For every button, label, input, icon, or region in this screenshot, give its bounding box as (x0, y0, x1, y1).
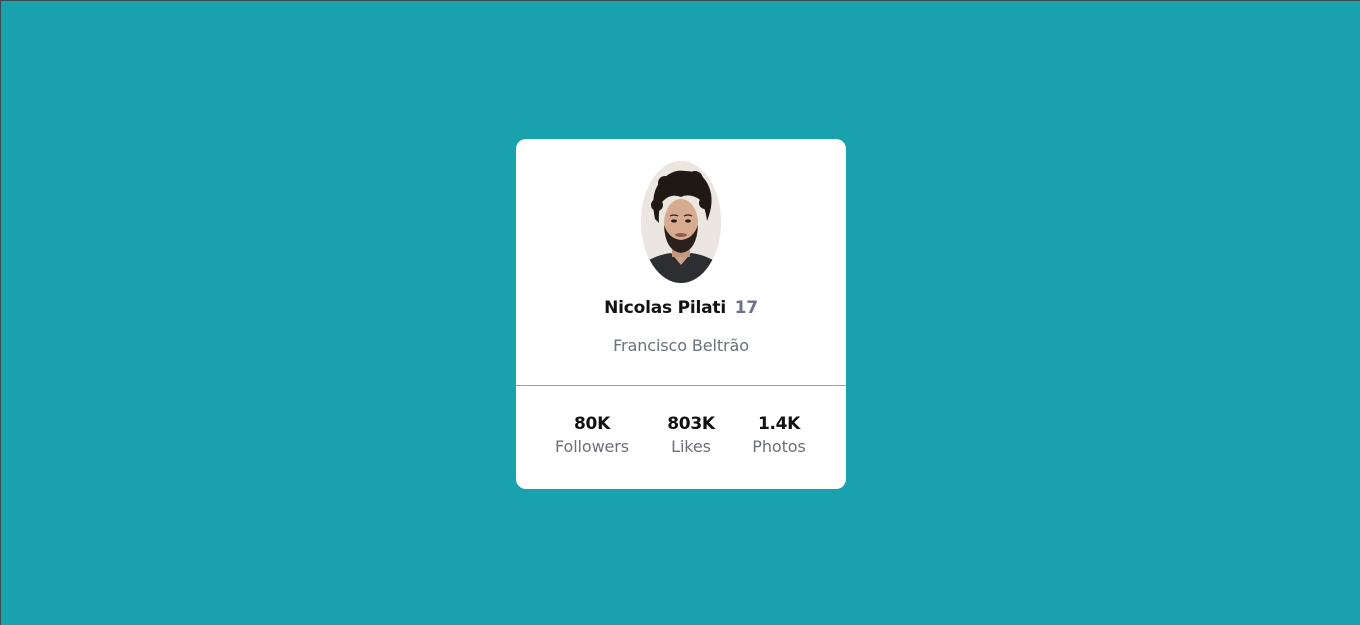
card-divider (516, 385, 846, 386)
stat-followers-label: Followers (554, 437, 630, 456)
stat-photos: 1.4K Photos (729, 414, 829, 458)
avatar (641, 161, 721, 283)
profile-location: Francisco Beltrão (613, 336, 749, 355)
stat-likes: 803K Likes (641, 414, 741, 458)
profile-name: Nicolas Pilati (604, 298, 726, 318)
stat-photos-label: Photos (752, 437, 806, 456)
avatar-photo (641, 161, 721, 283)
stat-followers: 80K Followers (542, 414, 642, 458)
profile-card: Nicolas Pilati 17 Francisco Beltrão 80K … (516, 139, 846, 489)
profile-age: 17 (734, 298, 758, 318)
profile-name-line: Nicolas Pilati 17 (516, 298, 846, 318)
stat-photos-value: 1.4K (757, 414, 801, 434)
stat-likes-label: Likes (671, 437, 711, 456)
stat-followers-value: 80K (574, 414, 610, 434)
stat-likes-value: 803K (667, 414, 715, 434)
